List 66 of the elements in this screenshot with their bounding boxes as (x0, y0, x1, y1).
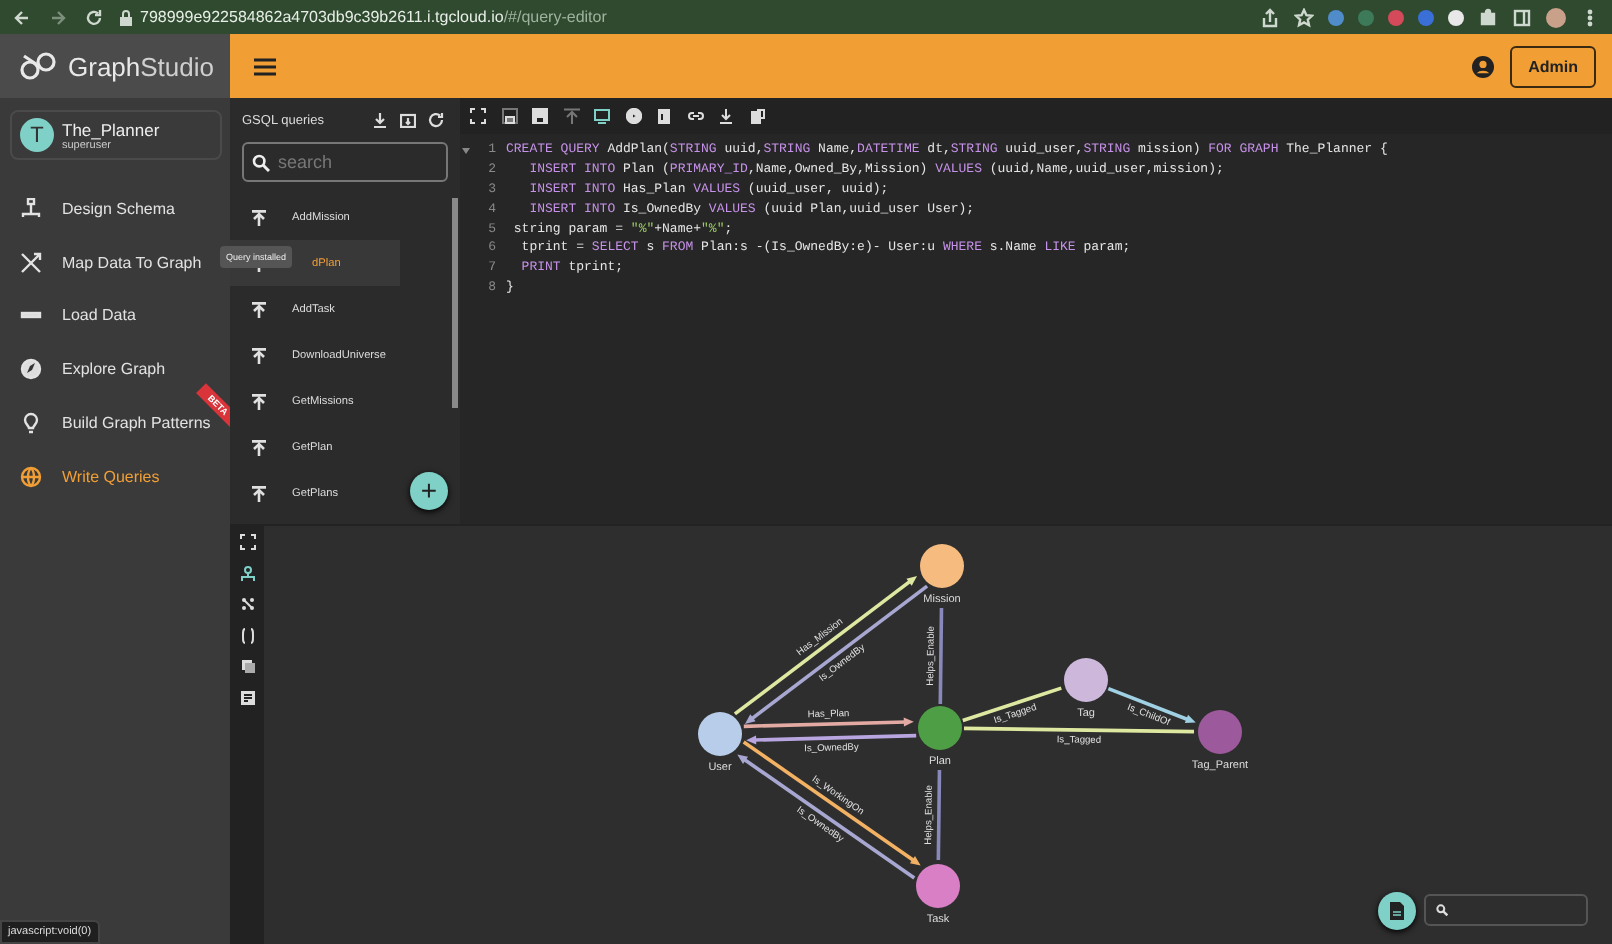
graph-node[interactable] (1198, 710, 1242, 754)
logo-icon (18, 50, 58, 82)
document-button[interactable] (1378, 892, 1416, 930)
save-icon[interactable] (501, 108, 517, 124)
nav-item[interactable]: Design Schema (10, 182, 175, 236)
deploy-icon (252, 393, 266, 409)
url-field[interactable]: 798999e922584862a4703db9c39b2611.i.tgcloud.io/#/query-editor (140, 8, 607, 26)
graph-node[interactable] (916, 864, 960, 908)
deploy-icon (252, 301, 266, 317)
search-icon (252, 153, 270, 171)
graph-node[interactable] (1064, 658, 1108, 702)
share-icon[interactable] (1260, 7, 1280, 27)
nav-item[interactable]: Explore Graph (10, 342, 166, 397)
forward-icon[interactable] (48, 7, 68, 27)
deploy-icon (252, 209, 266, 225)
deploy-icon (252, 439, 266, 455)
graph-node[interactable] (918, 706, 962, 750)
fullscreen-icon[interactable] (239, 534, 255, 550)
star-icon[interactable] (1294, 7, 1314, 27)
graph-node[interactable] (920, 544, 964, 588)
run-icon[interactable] (625, 108, 641, 124)
back-icon[interactable] (12, 7, 32, 27)
nav-item[interactable]: Load Data (10, 289, 136, 343)
fold-icon[interactable] (462, 148, 470, 154)
puzzle-icon[interactable] (1478, 7, 1498, 27)
nav-icon (20, 412, 42, 435)
nav-item[interactable]: Write Queries (10, 449, 160, 504)
avatar-icon[interactable] (1546, 7, 1566, 27)
monitor-icon[interactable] (594, 108, 610, 124)
copy-icon[interactable] (749, 108, 765, 124)
download-icon[interactable] (718, 108, 734, 124)
download-icon[interactable] (372, 112, 388, 128)
search-field[interactable] (1424, 894, 1588, 926)
document-icon[interactable] (239, 689, 255, 705)
nav-item[interactable]: Map Data To Graph (10, 235, 202, 290)
scrollbar[interactable] (452, 198, 458, 408)
fullscreen-icon[interactable] (470, 108, 486, 124)
schema-icon[interactable] (239, 565, 255, 581)
layers-icon[interactable] (239, 658, 255, 674)
deploy-icon (252, 485, 266, 501)
sidebar-icon[interactable] (1512, 7, 1532, 27)
account-icon[interactable] (1472, 55, 1495, 77)
app-logo-text: GraphStudio (68, 51, 215, 81)
search-field[interactable]: search (242, 142, 448, 182)
nav-icon (20, 358, 42, 381)
deploy-icon (252, 347, 266, 363)
nav-icon (20, 465, 42, 488)
link-icon[interactable] (687, 108, 703, 124)
user-name: The_Planner (62, 119, 160, 139)
deploy-icon[interactable] (563, 108, 579, 124)
reload-icon[interactable] (84, 7, 104, 27)
document-icon (1390, 902, 1404, 920)
add-button[interactable]: + (410, 472, 448, 510)
lock-icon (120, 9, 132, 25)
delete-icon[interactable] (656, 108, 672, 124)
user-avatar: T (20, 118, 54, 152)
admin-button[interactable]: Admin (1510, 45, 1596, 87)
import-icon[interactable] (400, 112, 416, 128)
search-icon (1436, 904, 1448, 916)
braces-icon[interactable] (239, 627, 255, 643)
nav-icon (20, 197, 42, 220)
nav-icon (20, 251, 42, 274)
graph-node[interactable] (698, 712, 742, 756)
layout-icon[interactable] (239, 596, 255, 612)
refresh-icon[interactable] (428, 112, 444, 128)
menu-icon[interactable] (254, 57, 276, 75)
